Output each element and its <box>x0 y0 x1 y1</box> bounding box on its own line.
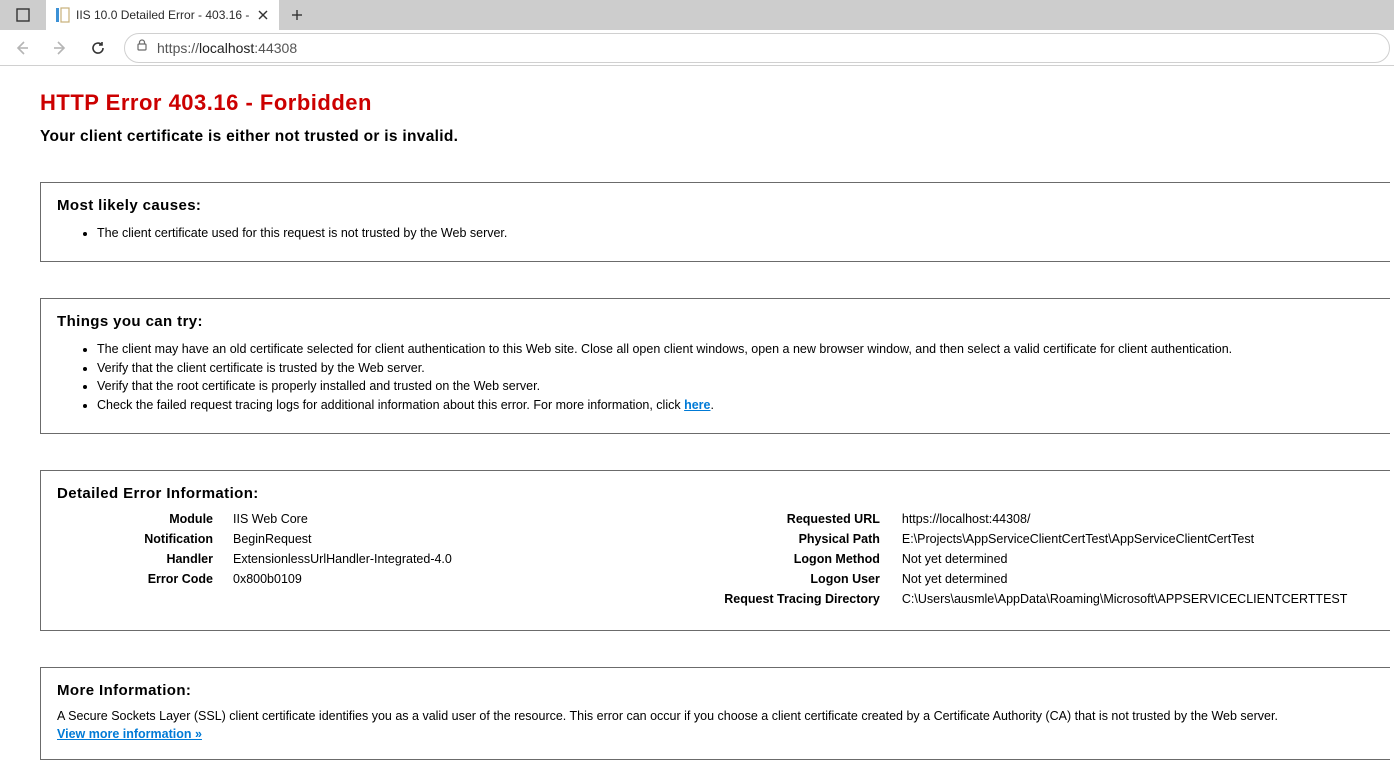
section-things-you-can-try: Things you can try: The client may have … <box>40 298 1390 434</box>
url-host: localhost <box>199 40 254 56</box>
iis-favicon-icon <box>54 7 70 23</box>
close-icon <box>258 10 268 20</box>
back-button[interactable] <box>4 32 40 64</box>
browser-toolbar: https://localhost:44308 <box>0 30 1394 66</box>
section-most-likely-causes: Most likely causes: The client certifica… <box>40 182 1390 262</box>
table-row: Handler ExtensionlessUrlHandler-Integrat… <box>57 552 452 566</box>
table-row: Error Code 0x800b0109 <box>57 572 452 586</box>
detail-key-physical-path: Physical Path <box>522 532 902 546</box>
browser-tab-active[interactable]: IIS 10.0 Detailed Error - 403.16 - <box>46 0 279 30</box>
section-more-information: More Information: A Secure Sockets Layer… <box>40 667 1390 760</box>
detail-value-logon-user: Not yet determined <box>902 572 1008 586</box>
tracing-text-prefix: Check the failed request tracing logs fo… <box>97 398 684 412</box>
table-row: Logon Method Not yet determined <box>522 552 1348 566</box>
detail-key-errorcode: Error Code <box>57 572 233 586</box>
page-content: HTTP Error 403.16 - Forbidden Your clien… <box>0 66 1394 760</box>
table-row: Requested URL https://localhost:44308/ <box>522 512 1348 526</box>
url-text: https://localhost:44308 <box>157 40 297 56</box>
detail-key-requested-url: Requested URL <box>522 512 902 526</box>
list-item: The client certificate used for this req… <box>97 224 1374 243</box>
arrow-left-icon <box>13 39 31 57</box>
detail-key-trace-dir: Request Tracing Directory <box>522 592 902 606</box>
section-detailed-error-information: Detailed Error Information: Module IIS W… <box>40 470 1390 631</box>
error-heading: HTTP Error 403.16 - Forbidden <box>40 90 1394 116</box>
causes-list: The client certificate used for this req… <box>57 224 1374 243</box>
list-item: The client may have an old certificate s… <box>97 340 1374 359</box>
tab-title: IIS 10.0 Detailed Error - 403.16 - <box>76 8 249 22</box>
causes-title: Most likely causes: <box>57 197 1374 214</box>
address-bar[interactable]: https://localhost:44308 <box>124 33 1390 63</box>
plus-icon <box>291 9 303 21</box>
detail-value-module: IIS Web Core <box>233 512 308 526</box>
detail-key-logon-method: Logon Method <box>522 552 902 566</box>
browser-tab-strip: IIS 10.0 Detailed Error - 403.16 - <box>0 0 1394 30</box>
detail-value-logon-method: Not yet determined <box>902 552 1008 566</box>
table-row: Logon User Not yet determined <box>522 572 1348 586</box>
arrow-right-icon <box>51 39 69 57</box>
url-port: :44308 <box>254 40 297 56</box>
tab-close-button[interactable] <box>255 7 271 23</box>
detail-key-logon-user: Logon User <box>522 572 902 586</box>
detail-value-notification: BeginRequest <box>233 532 312 546</box>
forward-button[interactable] <box>42 32 78 64</box>
table-row: Request Tracing Directory C:\Users\ausml… <box>522 592 1348 606</box>
url-scheme: https:// <box>157 40 199 56</box>
view-more-info-link[interactable]: View more information » <box>57 727 202 741</box>
tab-actions-icon <box>15 7 31 23</box>
tracing-text-suffix: . <box>711 398 714 412</box>
detail-column-left: Module IIS Web Core Notification BeginRe… <box>57 512 452 612</box>
detail-value-handler: ExtensionlessUrlHandler-Integrated-4.0 <box>233 552 452 566</box>
detail-title: Detailed Error Information: <box>57 485 1374 502</box>
more-info-text: A Secure Sockets Layer (SSL) client cert… <box>57 709 1374 723</box>
lock-icon <box>135 38 149 57</box>
tracing-link[interactable]: here <box>684 398 710 412</box>
list-item: Verify that the client certificate is tr… <box>97 359 1374 378</box>
list-item: Verify that the root certificate is prop… <box>97 377 1374 396</box>
table-row: Module IIS Web Core <box>57 512 452 526</box>
table-row: Notification BeginRequest <box>57 532 452 546</box>
new-tab-button[interactable] <box>279 0 315 30</box>
refresh-button[interactable] <box>80 32 116 64</box>
detail-value-requested-url: https://localhost:44308/ <box>902 512 1031 526</box>
detail-value-physical-path: E:\Projects\AppServiceClientCertTest\App… <box>902 532 1254 546</box>
try-list: The client may have an old certificate s… <box>57 340 1374 415</box>
detail-key-module: Module <box>57 512 233 526</box>
error-subtitle: Your client certificate is either not tr… <box>40 128 1394 146</box>
table-row: Physical Path E:\Projects\AppServiceClie… <box>522 532 1348 546</box>
list-item: Check the failed request tracing logs fo… <box>97 396 1374 415</box>
detail-key-handler: Handler <box>57 552 233 566</box>
detail-value-trace-dir: C:\Users\ausmle\AppData\Roaming\Microsof… <box>902 592 1348 606</box>
detail-column-right: Requested URL https://localhost:44308/ P… <box>522 512 1348 612</box>
tab-manager-button[interactable] <box>0 0 46 30</box>
detail-key-notification: Notification <box>57 532 233 546</box>
detail-value-errorcode: 0x800b0109 <box>233 572 302 586</box>
try-title: Things you can try: <box>57 313 1374 330</box>
more-info-title: More Information: <box>57 682 1374 699</box>
refresh-icon <box>89 39 107 57</box>
